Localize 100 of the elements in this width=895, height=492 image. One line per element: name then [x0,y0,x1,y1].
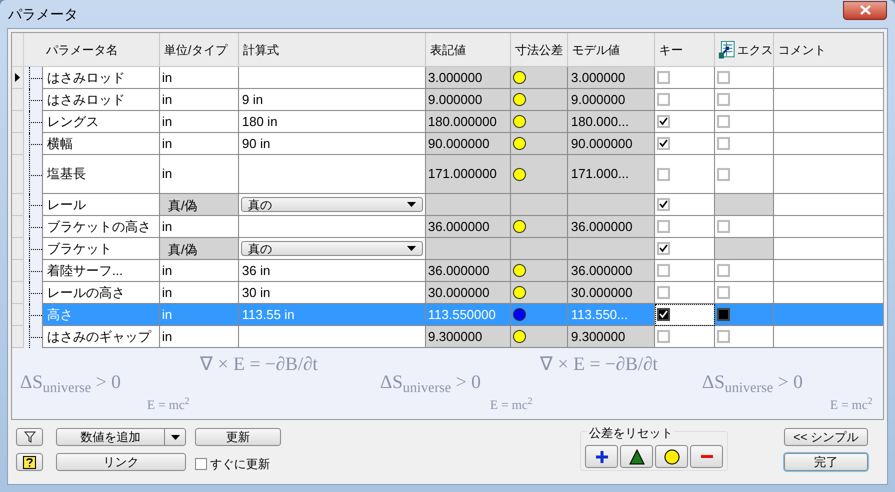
tolerance-reset-button[interactable] [585,445,618,468]
row-header-cell[interactable] [12,89,24,111]
parameter-name-cell[interactable]: 横幅 [42,133,160,155]
checkbox[interactable] [657,137,670,150]
unit-cell: in [160,89,239,111]
window-title: パラメータ [8,4,78,24]
row-header-cell[interactable] [12,304,24,326]
checkbox[interactable] [657,308,670,321]
comment-cell[interactable] [774,238,883,260]
checkbox[interactable] [717,308,730,321]
close-button[interactable] [843,0,887,20]
checkbox[interactable] [195,458,207,470]
comment-cell[interactable] [774,89,883,111]
row-header-cell[interactable] [12,155,24,194]
parameter-name-cell[interactable]: はさみロッド [42,67,160,89]
comment-cell[interactable] [774,216,883,238]
comment-cell[interactable] [774,194,883,216]
display-value-cell: 171.000000 [426,155,511,194]
checkbox[interactable] [717,137,730,150]
column-header-gutter [24,33,42,67]
model-value-cell: 3.000000 [568,67,655,89]
tolerance-reset-button[interactable] [655,445,688,468]
checkbox[interactable] [717,168,730,180]
parameter-name-cell[interactable]: 着陸サーフ... [42,260,160,282]
checkbox[interactable] [657,220,670,233]
filter-icon [24,431,36,443]
checkbox[interactable] [717,93,730,106]
checkbox[interactable] [657,93,670,106]
done-button[interactable]: 完了 [784,453,868,471]
column-header[interactable]: モデル値 [568,33,655,67]
filter-button[interactable] [16,428,43,446]
unit-cell: in [160,304,239,326]
column-header[interactable]: キー [655,33,715,67]
background-formula: ΔS$_{universe}$ > 0 [380,371,481,398]
comment-cell[interactable] [774,260,883,282]
checkbox[interactable] [717,220,730,233]
row-header-cell[interactable] [12,282,24,304]
checkbox[interactable] [657,286,670,299]
comment-cell[interactable] [774,133,883,155]
tolerance-reset-button[interactable] [620,445,653,468]
dropdown-arrow-icon [407,246,416,251]
comment-cell[interactable] [774,304,883,326]
close-icon [860,5,870,15]
row-header-cell[interactable] [12,260,24,282]
checkbox[interactable] [657,71,670,84]
formula-dropdown[interactable]: 真の [241,197,423,212]
row-header-cell[interactable] [12,194,24,216]
row-header-cell[interactable] [12,67,24,89]
minus-icon [700,455,712,458]
comment-cell[interactable] [774,111,883,133]
parameter-name-cell[interactable]: ブラケットの高さ [42,216,160,238]
checkbox[interactable] [717,286,730,299]
checkbox[interactable] [717,330,730,343]
checkbox[interactable] [717,115,730,128]
comment-cell[interactable] [774,282,883,304]
checkbox[interactable] [657,198,670,211]
column-header[interactable]: 寸法公差 [511,33,568,67]
row-header-cell[interactable] [12,326,24,348]
column-header[interactable]: 計算式 [239,33,426,67]
link-button[interactable]: リンク [56,453,186,471]
display-value-cell: 180.000000 [426,111,511,133]
checkbox[interactable] [657,168,670,180]
column-header[interactable]: パラメータ名 [42,33,160,67]
parameter-name-cell[interactable]: レングス [42,111,160,133]
parameter-name-cell[interactable]: 塩基長 [42,155,160,194]
group-label: 公差をリセット [588,424,674,442]
help-button[interactable] [16,453,43,471]
update-button[interactable]: 更新 [195,428,281,446]
simple-view-button[interactable]: << シンプル [784,428,868,446]
parameter-name-cell[interactable]: はさみロッド [42,89,160,111]
checkbox[interactable] [717,71,730,84]
parameter-name-cell[interactable]: レール [42,194,160,216]
formula-dropdown[interactable]: 真の [241,241,423,256]
row-header-cell[interactable] [12,238,24,260]
comment-cell[interactable] [774,326,883,348]
parameter-name-cell[interactable]: ブラケット [42,238,160,260]
plus-icon [594,448,610,464]
background-formula: ∇ × E = −∂B/∂t [200,353,318,377]
parameter-name-cell[interactable]: はさみのギャップ [42,326,160,348]
column-header[interactable]: 表記値 [426,33,511,67]
comment-cell[interactable] [774,67,883,89]
display-value-cell: 36.000000 [426,216,511,238]
checkbox[interactable] [657,330,670,343]
row-header-cell[interactable] [12,111,24,133]
row-header-cell[interactable] [12,133,24,155]
checkbox[interactable] [717,264,730,277]
add-value-button[interactable]: 数値を追加 [56,428,186,446]
model-value-cell: 9.300000 [568,326,655,348]
dropdown-arrow-icon [407,202,416,207]
checkbox[interactable] [657,264,670,277]
checkbox[interactable] [657,115,670,128]
column-header[interactable]: エクス [715,33,774,67]
comment-cell[interactable] [774,155,883,194]
column-header[interactable]: コメント [774,33,883,67]
unit-cell: 真/偽 [160,238,239,260]
column-header[interactable]: 単位/タイプ [160,33,239,67]
parameter-name-cell[interactable]: レールの高さ [42,282,160,304]
checkbox[interactable] [657,242,670,255]
row-header-cell[interactable] [12,216,24,238]
display-value-cell: 113.550000 [426,304,511,326]
